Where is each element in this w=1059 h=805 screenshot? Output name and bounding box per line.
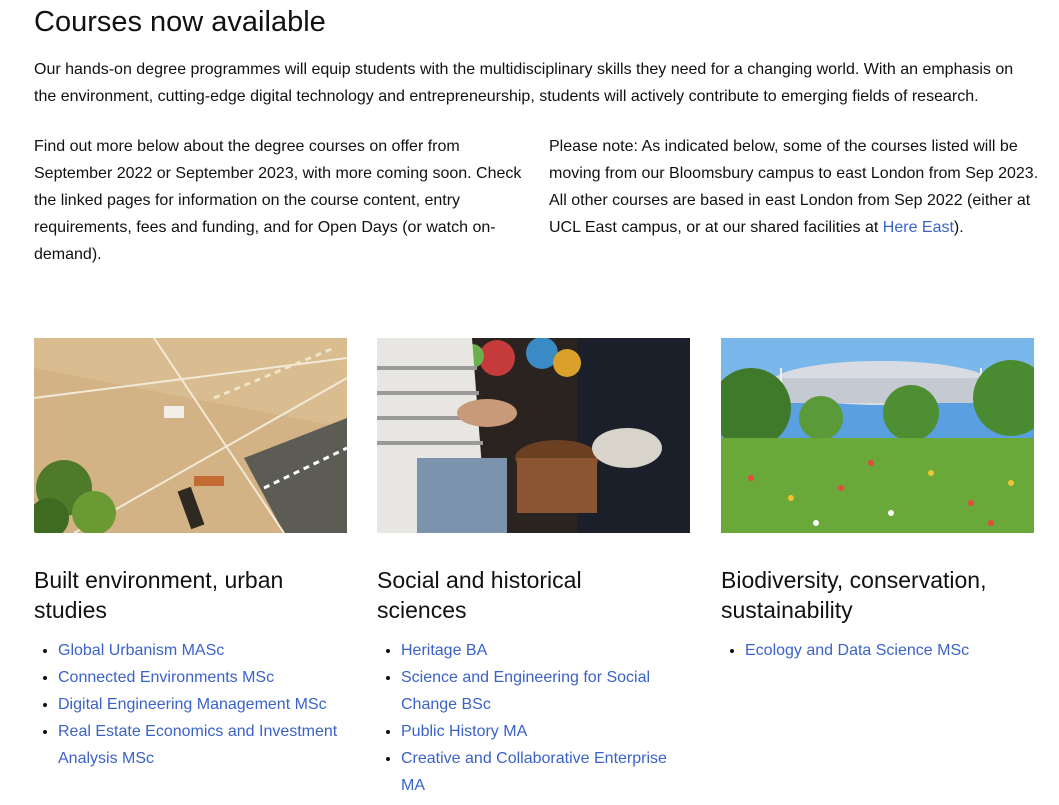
list-item: Heritage BA: [401, 637, 690, 664]
courses-page: Courses now available Our hands-on degre…: [0, 0, 1059, 805]
campus-note-paragraph: Please note: As indicated below, some of…: [549, 133, 1039, 241]
course-link-public-history[interactable]: Public History MA: [401, 723, 527, 740]
course-list: Heritage BA Science and Engineering for …: [377, 637, 690, 799]
category-heading: Social and historical sciences: [377, 567, 582, 623]
campus-note-text: Please note: As indicated below, some of…: [549, 138, 1039, 236]
course-link-creative-enterprise[interactable]: Creative and Collaborative Enterprise MA: [401, 750, 667, 794]
list-item: Science and Engineering for Social Chang…: [401, 664, 690, 718]
course-link-heritage[interactable]: Heritage BA: [401, 642, 487, 659]
course-link-science-engineering-social-change[interactable]: Science and Engineering for Social Chang…: [401, 669, 650, 713]
page-title: Courses now available: [34, 6, 326, 38]
social-sciences-image: [377, 338, 690, 533]
list-item: Connected Environments MSc: [58, 664, 347, 691]
course-link-connected-environments[interactable]: Connected Environments MSc: [58, 669, 274, 686]
campus-note-end: ).: [953, 219, 964, 236]
course-list: Global Urbanism MASc Connected Environme…: [34, 637, 347, 772]
list-item: Creative and Collaborative Enterprise MA: [401, 745, 690, 799]
course-link-ecology-data-science[interactable]: Ecology and Data Science MSc: [745, 642, 969, 659]
list-item: Real Estate Economics and Investment Ana…: [58, 718, 347, 772]
course-info-paragraph: Find out more below about the degree cou…: [34, 138, 522, 263]
list-item: Digital Engineering Management MSc: [58, 691, 347, 718]
category-heading: Built environment, urban studies: [34, 567, 284, 623]
built-environment-image: [34, 338, 347, 533]
course-link-global-urbanism[interactable]: Global Urbanism MASc: [58, 642, 224, 659]
category-heading: Biodiversity, conservation, sustainabili…: [721, 567, 987, 623]
course-list: Ecology and Data Science MSc: [721, 637, 1034, 664]
category-card-biodiversity: Biodiversity, conservation, sustainabili…: [721, 338, 1034, 664]
intro-paragraph: Our hands-on degree programmes will equi…: [34, 61, 1014, 105]
course-link-real-estate[interactable]: Real Estate Economics and Investment Ana…: [58, 723, 337, 767]
biodiversity-image: [721, 338, 1034, 533]
list-item: Ecology and Data Science MSc: [745, 637, 1034, 664]
list-item: Public History MA: [401, 718, 690, 745]
here-east-link[interactable]: Here East: [883, 219, 954, 236]
list-item: Global Urbanism MASc: [58, 637, 347, 664]
category-card-built-environment: Built environment, urban studies Global …: [34, 338, 347, 772]
course-link-digital-engineering[interactable]: Digital Engineering Management MSc: [58, 696, 327, 713]
category-card-social-historical: Social and historical sciences Heritage …: [377, 338, 690, 799]
